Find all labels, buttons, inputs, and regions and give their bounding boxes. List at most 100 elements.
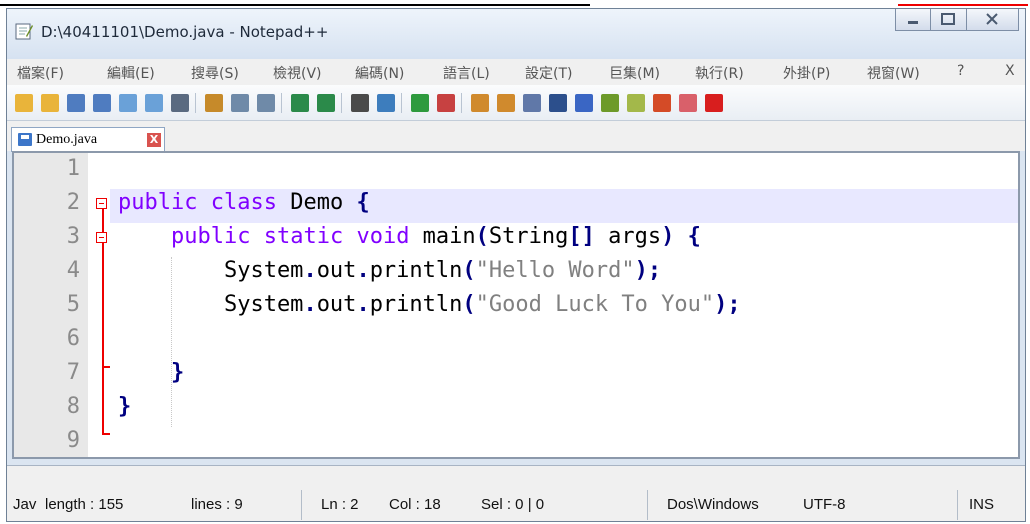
tab-close-button[interactable]: X bbox=[147, 133, 161, 147]
toolbar-separator bbox=[341, 93, 342, 113]
zoom-in-icon[interactable] bbox=[411, 94, 429, 112]
notepadpp-window: D:\40411101\Demo.java - Notepad++ 檔案(F) … bbox=[6, 8, 1026, 522]
close-window-button[interactable] bbox=[967, 9, 1019, 31]
window-title: D:\40411101\Demo.java - Notepad++ bbox=[41, 23, 329, 41]
copy-icon[interactable] bbox=[231, 94, 249, 112]
status-lines: lines : 9 bbox=[191, 496, 243, 513]
status-bar: Jav length : 155 lines : 9 Ln : 2 Col : … bbox=[7, 465, 1025, 521]
folder-workspace-icon[interactable] bbox=[679, 94, 697, 112]
toolbar-separator bbox=[401, 93, 402, 113]
operator-token: ); bbox=[714, 292, 741, 317]
operator-token: { bbox=[356, 190, 370, 215]
code-token: args bbox=[594, 224, 662, 249]
open-file-icon[interactable] bbox=[41, 94, 59, 112]
status-encoding: UTF-8 bbox=[803, 496, 846, 513]
code-token: main bbox=[409, 224, 476, 249]
sync-vertical-icon[interactable] bbox=[471, 94, 489, 112]
menu-language[interactable]: 語言(L) bbox=[443, 63, 490, 83]
tab-demo-java[interactable]: Demo.java X bbox=[11, 127, 165, 152]
fold-toggle-class[interactable] bbox=[96, 198, 107, 209]
code-line: } bbox=[118, 360, 184, 385]
undo-icon[interactable] bbox=[291, 94, 309, 112]
menu-search[interactable]: 搜尋(S) bbox=[191, 63, 239, 83]
menu-view[interactable]: 檢視(V) bbox=[273, 63, 322, 83]
string-token: "Hello Word" bbox=[475, 258, 635, 283]
new-file-icon[interactable] bbox=[15, 94, 33, 112]
maximize-icon bbox=[941, 13, 955, 25]
function-list-icon[interactable] bbox=[653, 94, 671, 112]
user-language-icon[interactable] bbox=[601, 94, 619, 112]
menu-run[interactable]: 執行(R) bbox=[695, 63, 744, 83]
fold-toggle-method[interactable] bbox=[96, 232, 107, 243]
menu-encoding[interactable]: 編碼(N) bbox=[355, 63, 404, 83]
redo-icon[interactable] bbox=[317, 94, 335, 112]
fold-end-marker bbox=[102, 366, 110, 368]
minimize-icon bbox=[908, 21, 918, 24]
zoom-out-icon[interactable] bbox=[437, 94, 455, 112]
window-controls bbox=[895, 9, 1019, 31]
code-line: public static void main(String[] args) { bbox=[118, 224, 701, 249]
line-number: 2 bbox=[66, 190, 80, 215]
keyword-token: void bbox=[356, 224, 410, 249]
toolbar-icon[interactable] bbox=[731, 94, 749, 112]
title-bar[interactable]: D:\40411101\Demo.java - Notepad++ bbox=[7, 9, 1025, 59]
show-all-chars-icon[interactable] bbox=[549, 94, 567, 112]
find-icon[interactable] bbox=[351, 94, 369, 112]
close-all-icon[interactable] bbox=[145, 94, 163, 112]
status-ln: Ln : 2 bbox=[321, 496, 359, 513]
document-map-icon[interactable] bbox=[627, 94, 645, 112]
line-number: 1 bbox=[66, 156, 80, 181]
code-editor[interactable]: 1 2 public class Demo {3 public static voi… bbox=[12, 151, 1020, 459]
word-wrap-icon[interactable] bbox=[523, 94, 541, 112]
operator-token: } bbox=[118, 394, 132, 419]
operator-token: ( bbox=[462, 292, 476, 317]
operator-token: . bbox=[303, 258, 317, 283]
status-col: Col : 18 bbox=[389, 496, 441, 513]
top-red-underline bbox=[898, 4, 1028, 6]
record-macro-icon[interactable] bbox=[705, 94, 723, 112]
code-token: out bbox=[316, 258, 357, 283]
menu-plugins[interactable]: 外掛(P) bbox=[783, 63, 830, 83]
code-token: out bbox=[316, 292, 357, 317]
cut-icon[interactable] bbox=[205, 94, 223, 112]
save-icon[interactable] bbox=[67, 94, 85, 112]
keyword-token: public bbox=[118, 190, 198, 215]
keyword-token: static bbox=[263, 224, 344, 249]
menu-window[interactable]: 視窗(W) bbox=[867, 63, 920, 83]
save-all-icon[interactable] bbox=[93, 94, 111, 112]
menu-close-doc[interactable]: X bbox=[1005, 63, 1015, 79]
maximize-button[interactable] bbox=[931, 9, 967, 31]
close-icon[interactable] bbox=[119, 94, 137, 112]
print-icon[interactable] bbox=[171, 94, 189, 112]
paste-icon[interactable] bbox=[257, 94, 275, 112]
operator-token: [] bbox=[568, 224, 595, 249]
menu-help[interactable]: ? bbox=[957, 63, 964, 79]
toolbar-separator bbox=[461, 93, 462, 113]
line-number: 7 bbox=[66, 360, 80, 385]
fold-end-marker bbox=[102, 433, 110, 435]
tab-label: Demo.java bbox=[36, 132, 98, 147]
code-line: public class Demo { bbox=[118, 190, 370, 215]
replace-icon[interactable] bbox=[377, 94, 395, 112]
close-window-icon bbox=[986, 13, 998, 25]
minimize-button[interactable] bbox=[895, 9, 931, 31]
keyword-token: class bbox=[210, 190, 277, 215]
status-file-type: Jav bbox=[13, 496, 37, 513]
saved-file-icon bbox=[18, 133, 32, 146]
menu-settings[interactable]: 設定(T) bbox=[525, 63, 572, 83]
menu-macro[interactable]: 巨集(M) bbox=[609, 63, 660, 83]
code-token: println bbox=[369, 292, 463, 317]
string-token: "Good Luck To You" bbox=[475, 292, 715, 317]
sync-horizontal-icon[interactable] bbox=[497, 94, 515, 112]
menu-file[interactable]: 檔案(F) bbox=[17, 63, 64, 83]
indent-guide-icon[interactable] bbox=[575, 94, 593, 112]
status-eol: Dos\Windows bbox=[667, 496, 759, 513]
menu-edit[interactable]: 編輯(E) bbox=[107, 63, 155, 83]
code-line: System.out.println("Good Luck To You"); bbox=[118, 292, 741, 317]
operator-token: ); bbox=[634, 258, 662, 283]
code-token: Demo bbox=[276, 190, 357, 215]
